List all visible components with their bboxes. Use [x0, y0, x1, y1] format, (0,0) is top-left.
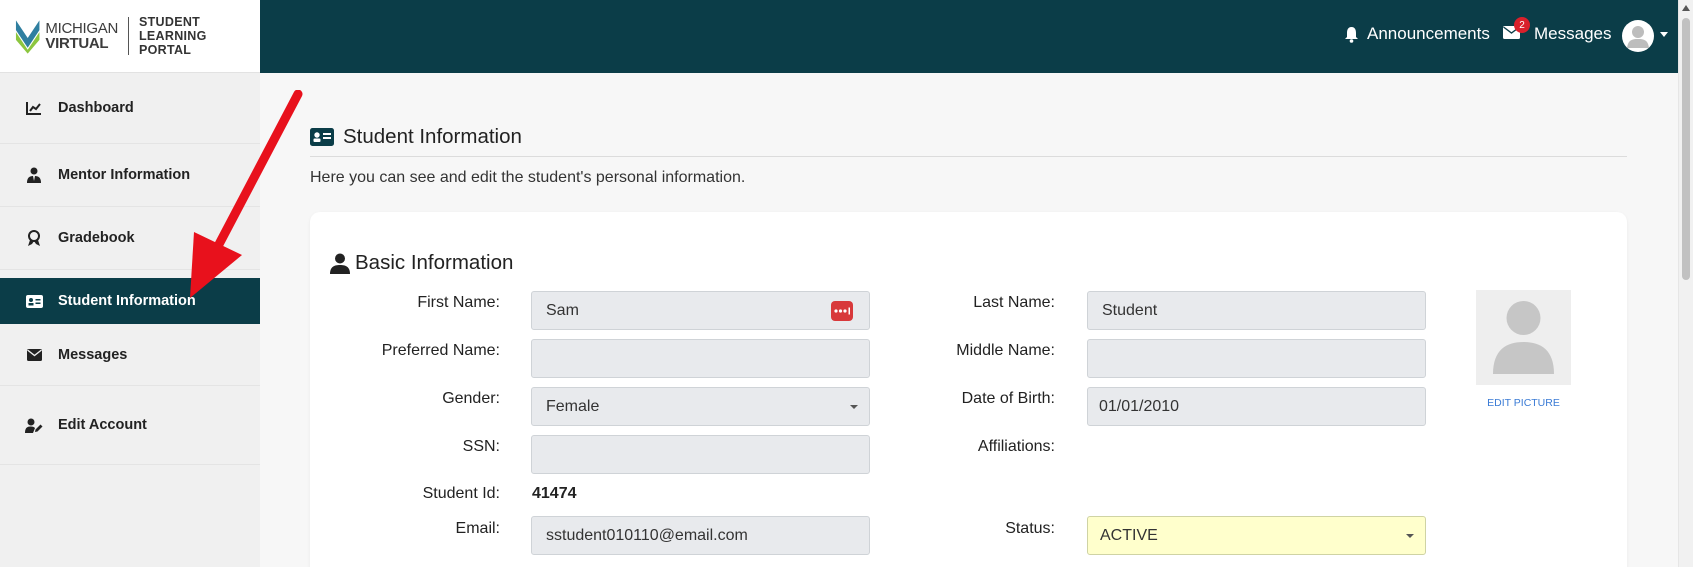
messages-badge: 2 [1514, 17, 1530, 33]
email-label: Email: [455, 520, 500, 537]
id-card-icon [310, 128, 334, 146]
sidebar-item-label: Messages [58, 346, 128, 363]
preferred-name-field[interactable] [531, 339, 870, 378]
user-avatar-icon [1627, 26, 1649, 48]
page-title: Student Information [310, 125, 522, 149]
chevron-down-icon [1406, 534, 1414, 538]
scroll-up-arrow-icon[interactable] [1682, 5, 1690, 11]
edit-picture-link[interactable]: EDIT PICTURE [1476, 397, 1571, 409]
user-menu-caret-icon[interactable] [1660, 32, 1668, 37]
announcements-label: Announcements [1367, 24, 1490, 43]
chevron-down-icon [850, 405, 858, 409]
user-tie-icon [25, 166, 43, 184]
affiliations-label: Affiliations: [977, 438, 1055, 455]
sidebar-item-label: Mentor Information [58, 167, 191, 183]
top-bar: Announcements 2 Messages [260, 0, 1678, 73]
first-name-value: Sam [546, 301, 579, 319]
scrollbar-thumb[interactable] [1682, 18, 1690, 280]
red-arrow-annotation-icon [190, 90, 303, 298]
date-of-birth-label: Date of Birth: [961, 390, 1055, 407]
page-title-text: Student Information [343, 125, 522, 148]
date-of-birth-field[interactable]: 01/01/2010 [1087, 387, 1426, 426]
messages-label: Messages [1534, 24, 1612, 43]
last-name-field[interactable]: Student [1087, 291, 1426, 330]
user-edit-icon [25, 416, 43, 434]
date-of-birth-value: 01/01/2010 [1099, 397, 1180, 415]
first-name-label: First Name: [417, 294, 500, 311]
status-label: Status: [1005, 520, 1055, 537]
sidebar-item-label: Dashboard [58, 100, 134, 116]
ssn-field[interactable] [531, 435, 870, 474]
basic-information-title-text: Basic Information [355, 251, 514, 274]
email-field[interactable]: sstudent010110@email.com [531, 516, 870, 555]
user-icon [330, 253, 350, 274]
gender-value: Female [546, 397, 600, 415]
page-scrollbar[interactable] [1678, 0, 1693, 567]
logo-portal-text: STUDENT LEARNING PORTAL [139, 15, 260, 57]
logo-line2: VIRTUAL [45, 35, 109, 52]
user-avatar[interactable] [1622, 20, 1654, 52]
basic-information-title: Basic Information [330, 251, 513, 275]
status-value: ACTIVE [1100, 526, 1158, 544]
messages-link[interactable]: 2 Messages [1503, 17, 1612, 44]
last-name-value: Student [1102, 301, 1158, 319]
michigan-virtual-logo-icon [15, 20, 40, 54]
preferred-name-label: Preferred Name: [381, 342, 500, 359]
logo-line1: MICHIGAN [45, 20, 118, 37]
student-id-label: Student Id: [422, 485, 500, 502]
logo-portal-line1: STUDENT [138, 15, 201, 29]
sidebar-item-label: Edit Account [58, 417, 147, 433]
gender-select[interactable]: Female [531, 387, 870, 426]
logo[interactable]: MICHIGAN VIRTUAL STUDENT LEARNING PORTAL [0, 0, 260, 73]
status-select[interactable]: ACTIVE [1087, 516, 1426, 555]
gender-label: Gender: [442, 390, 500, 407]
envelope-icon [25, 346, 43, 364]
mail-icon-wrap: 2 [1503, 17, 1530, 44]
sidebar-item-messages[interactable]: Messages [0, 324, 260, 386]
last-name-label: Last Name: [973, 294, 1055, 311]
sidebar-item-label: Student Information [58, 293, 196, 309]
chart-line-icon [25, 99, 43, 117]
logo-brand-text: MICHIGAN VIRTUAL [45, 21, 118, 51]
student-id-value: 41474 [532, 485, 577, 502]
award-icon [25, 229, 43, 247]
student-photo [1476, 290, 1571, 385]
logo-divider [128, 17, 129, 55]
title-divider [310, 156, 1627, 157]
logo-portal-line2: LEARNING PORTAL [138, 29, 207, 57]
sidebar-item-label: Gradebook [58, 230, 135, 246]
middle-name-label: Middle Name: [956, 342, 1055, 359]
sidebar-item-edit-account[interactable]: Edit Account [0, 386, 260, 465]
ssn-label: SSN: [462, 438, 500, 455]
id-card-icon [25, 292, 43, 310]
first-name-field[interactable]: Sam [531, 291, 870, 330]
page-description: Here you can see and edit the student's … [310, 169, 746, 186]
announcements-link[interactable]: Announcements [1344, 24, 1490, 44]
middle-name-field[interactable] [1087, 339, 1426, 378]
email-value: sstudent010110@email.com [546, 526, 748, 544]
user-placeholder-icon [1493, 301, 1554, 374]
password-manager-icon[interactable] [831, 301, 853, 321]
bell-icon [1345, 26, 1358, 43]
